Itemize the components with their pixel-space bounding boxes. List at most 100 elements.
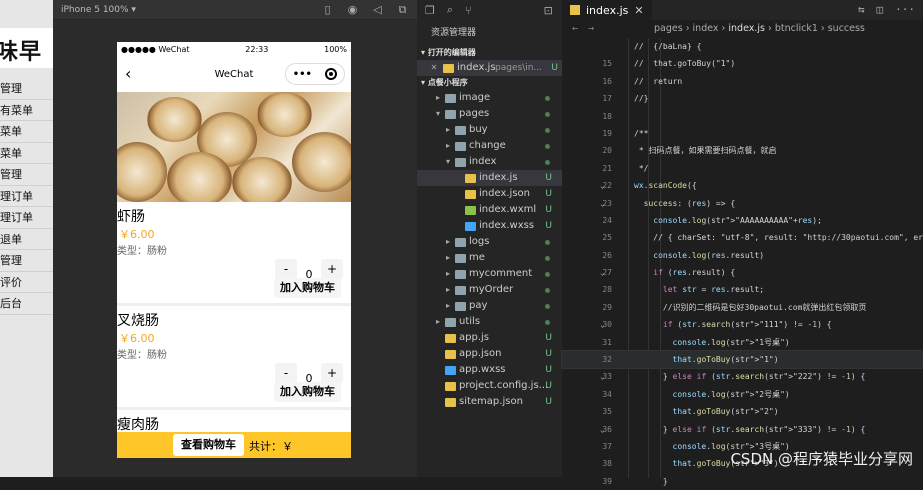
more-actions-icon[interactable]: ··· xyxy=(895,3,915,16)
fold-chevron-icon[interactable]: ⌄ xyxy=(600,177,605,194)
code-line[interactable]: 32 that.goToBuy(str">"1") xyxy=(561,350,923,370)
chevron-down-icon[interactable]: ▾ xyxy=(443,154,453,170)
chevron-right-icon[interactable]: ▸ xyxy=(443,250,453,266)
admin-menu-item[interactable]: 管理 xyxy=(0,250,53,272)
chevron-right-icon[interactable]: ▸ xyxy=(443,234,453,250)
tree-item[interactable]: ▸ utils xyxy=(417,314,562,330)
chevron-right-icon[interactable]: ▸ xyxy=(433,90,443,106)
search-icon[interactable]: ⌕ xyxy=(447,3,453,17)
code-line[interactable]: 18 xyxy=(562,108,923,125)
code-line[interactable]: 16 // return xyxy=(562,73,923,90)
code-line[interactable]: 27 ⌄ if (res.result) { xyxy=(562,264,923,281)
chevron-right-icon[interactable]: ▸ xyxy=(443,298,453,314)
admin-menu-item[interactable]: 理订单 xyxy=(0,207,53,229)
more-icon[interactable]: ••• xyxy=(293,69,312,80)
admin-menu-item[interactable]: 管理 xyxy=(0,78,53,100)
phone-icon[interactable]: ▯ xyxy=(321,3,334,16)
tree-item[interactable]: ▸ pay xyxy=(417,298,562,314)
plus-button[interactable]: + xyxy=(321,258,343,279)
tree-item[interactable]: index.wxml U xyxy=(417,202,562,218)
code-line[interactable]: 26 console.log(res.result) xyxy=(562,247,923,264)
code-line[interactable]: 36 ⌄ } else if (str.search(str">"333") !=… xyxy=(562,421,923,438)
open-editors-header[interactable]: ▾ 打开的编辑器 xyxy=(417,46,562,60)
plus-button[interactable]: + xyxy=(321,362,343,383)
breadcrumb-item[interactable]: success xyxy=(828,23,865,34)
record-icon[interactable]: ◉ xyxy=(346,3,359,16)
tree-item[interactable]: project.config.js... U xyxy=(417,378,562,394)
tree-item[interactable]: ▸ change xyxy=(417,138,562,154)
code-line[interactable]: 35 that.goToBuy(str">"2") xyxy=(562,403,923,420)
tree-item[interactable]: app.json U xyxy=(417,346,562,362)
code-line[interactable]: 19 /** xyxy=(562,125,923,142)
tree-item[interactable]: app.js U xyxy=(417,330,562,346)
tree-item[interactable]: index.js U xyxy=(417,170,562,186)
back-icon[interactable]: ‹ xyxy=(125,64,131,83)
chevron-right-icon[interactable]: ▸ xyxy=(433,314,443,330)
code-lines[interactable]: // {/baLna} {15 // that.goToBuy("1") 16 // … xyxy=(561,38,923,490)
chevron-right-icon[interactable]: ▸ xyxy=(443,282,453,298)
breadcrumb-item[interactable]: index.js xyxy=(728,23,765,34)
fold-chevron-icon[interactable]: ⌄ xyxy=(600,368,605,385)
project-header[interactable]: ▾ 点餐小程序 xyxy=(417,76,562,90)
minus-button[interactable]: - xyxy=(275,362,297,383)
debug-icon[interactable]: ⊡ xyxy=(544,4,553,17)
admin-menu-item[interactable]: 理订单 xyxy=(0,186,53,207)
admin-menu-item[interactable]: 管理 xyxy=(0,164,53,186)
source-control-icon[interactable]: ⑂ xyxy=(465,4,472,17)
code-line[interactable]: 34 console.log(str">"2号桌") xyxy=(562,386,923,403)
tree-item[interactable]: index.json U xyxy=(417,186,562,202)
open-editor-item[interactable]: ✕ index.js pages\in... U xyxy=(417,60,562,76)
view-cart-button[interactable]: 查看购物车 xyxy=(173,434,244,456)
code-line[interactable]: 29 //识别的二维码是包好30paotui.com就弹出红包领取页 xyxy=(562,299,923,316)
code-line[interactable]: 17 //} xyxy=(562,90,923,107)
code-line[interactable]: 30 ⌄ if (str.search(str">"111") != -1) { xyxy=(562,316,923,333)
tree-item[interactable]: index.wxss U xyxy=(417,218,562,234)
tree-item[interactable]: ▸ buy xyxy=(417,122,562,138)
code-line[interactable]: 23 ⌄ success: (res) => { xyxy=(562,195,923,212)
fold-chevron-icon[interactable]: ⌄ xyxy=(600,195,605,212)
tree-item[interactable]: ▾ index xyxy=(417,154,562,170)
fold-chevron-icon[interactable]: ⌄ xyxy=(600,316,605,333)
device-select[interactable]: iPhone 5 100% ▾ xyxy=(61,5,136,15)
window-icon[interactable]: ⧉ xyxy=(396,3,409,16)
admin-menu-item[interactable]: 评价 xyxy=(0,272,53,293)
tree-item[interactable]: ▸ image xyxy=(417,90,562,106)
close-target-icon[interactable] xyxy=(325,68,338,80)
admin-menu-item[interactable]: 菜单 xyxy=(0,143,53,164)
compare-icon[interactable]: ⇆ xyxy=(858,3,865,16)
chevron-down-icon[interactable]: ▾ xyxy=(433,106,443,122)
code-line[interactable]: 31 console.log(str">"1号桌") xyxy=(562,334,923,351)
code-line[interactable]: 24 console.log(str">"AAAAAAAAAA"+res); xyxy=(562,212,923,229)
forward-icon[interactable]: → xyxy=(588,23,594,34)
add-to-cart-button[interactable]: 加入购物车 xyxy=(274,382,341,402)
tree-item[interactable]: ▸ me xyxy=(417,250,562,266)
code-line[interactable]: 33 ⌄ } else if (str.search(str">"222") !=… xyxy=(562,368,923,385)
breadcrumb-item[interactable]: pages xyxy=(654,23,683,34)
admin-menu-item[interactable]: 退单 xyxy=(0,229,53,250)
tree-item[interactable]: ▸ myOrder xyxy=(417,282,562,298)
admin-menu-item[interactable]: 有菜单 xyxy=(0,100,53,121)
code-line[interactable]: 15 // that.goToBuy("1") xyxy=(562,55,923,72)
files-icon[interactable]: ❐ xyxy=(425,4,435,17)
tree-item[interactable]: ▾ pages xyxy=(417,106,562,122)
close-icon[interactable]: ✕ xyxy=(634,4,643,17)
tree-item[interactable]: app.wxss U xyxy=(417,362,562,378)
code-line[interactable]: 25 // { charSet: "utf-8", result: "http:… xyxy=(562,229,923,246)
fold-chevron-icon[interactable]: ⌄ xyxy=(600,264,605,281)
tree-item[interactable]: ▸ logs xyxy=(417,234,562,250)
chevron-right-icon[interactable]: ▸ xyxy=(443,122,453,138)
code-line[interactable]: 28 let str = res.result; xyxy=(562,281,923,298)
fold-chevron-icon[interactable]: ⌄ xyxy=(600,421,605,438)
tab-index-js[interactable]: index.js ✕ xyxy=(562,0,652,20)
add-to-cart-button[interactable]: 加入购物车 xyxy=(274,278,341,298)
chevron-right-icon[interactable]: ▸ xyxy=(443,138,453,154)
tree-item[interactable]: ▸ mycomment xyxy=(417,266,562,282)
code-line[interactable]: 39 } xyxy=(562,473,923,490)
breadcrumb-item[interactable]: index xyxy=(693,23,719,34)
volume-icon[interactable]: ◁ xyxy=(371,3,384,16)
tree-item[interactable]: sitemap.json U xyxy=(417,394,562,410)
minus-button[interactable]: - xyxy=(275,258,297,279)
breadcrumb-item[interactable]: btnclick1 xyxy=(775,23,818,34)
code-line[interactable]: // {/baLna} { xyxy=(562,38,923,55)
close-icon[interactable]: ✕ xyxy=(429,60,439,76)
